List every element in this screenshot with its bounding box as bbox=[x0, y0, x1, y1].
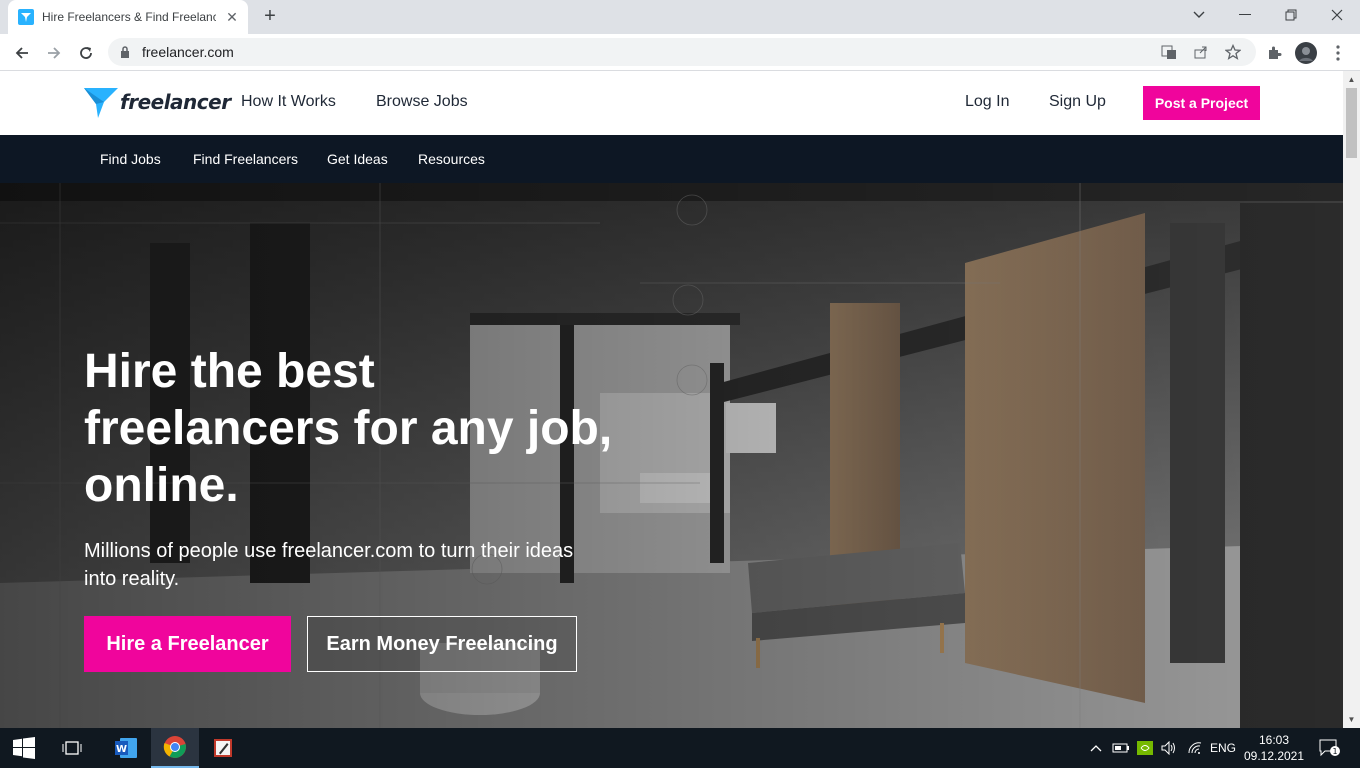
clock-time: 16:03 bbox=[1258, 733, 1290, 747]
site-header: freelancer How It Works Browse Jobs Log … bbox=[0, 71, 1343, 135]
tab-title: Hire Freelancers & Find Freelance Jobs O… bbox=[42, 10, 216, 24]
back-arrow-icon[interactable] bbox=[9, 40, 35, 66]
svg-text:W: W bbox=[116, 744, 127, 755]
url-text: freelancer.com bbox=[142, 44, 234, 60]
subnav-get-ideas[interactable]: Get Ideas bbox=[327, 151, 388, 167]
hero-subtitle-line: Millions of people use freelancer.com to… bbox=[84, 540, 574, 562]
hero-title-line: Hire the best bbox=[84, 345, 375, 398]
restore-button[interactable] bbox=[1268, 0, 1314, 30]
nvidia-icon[interactable] bbox=[1136, 740, 1154, 756]
hero-section: Hire the best freelancers for any job, o… bbox=[0, 183, 1343, 728]
freelancer-favicon-icon bbox=[18, 9, 34, 25]
sub-navigation: Find Jobs Find Freelancers Get Ideas Res… bbox=[0, 135, 1343, 183]
translate-icon[interactable] bbox=[1160, 43, 1178, 61]
how-it-works-link[interactable]: How It Works bbox=[241, 93, 336, 111]
notifications-icon[interactable]: 1 bbox=[1318, 739, 1342, 757]
clock[interactable]: 16:03 09.12.2021 bbox=[1240, 732, 1308, 764]
hero-title: Hire the best freelancers for any job, o… bbox=[84, 343, 644, 514]
windows-taskbar: W ENG 16:03 09.12.2021 1 bbox=[0, 728, 1360, 768]
scroll-down-arrow-icon[interactable]: ▼ bbox=[1343, 711, 1360, 728]
sign-up-link[interactable]: Sign Up bbox=[1049, 93, 1106, 111]
post-project-button[interactable]: Post a Project bbox=[1143, 86, 1260, 120]
hero-subtitle-line: into reality. bbox=[84, 568, 180, 590]
battery-icon[interactable] bbox=[1112, 740, 1130, 756]
hire-freelancer-button[interactable]: Hire a Freelancer bbox=[84, 616, 291, 672]
freelancer-bird-icon bbox=[84, 88, 118, 118]
reload-icon[interactable] bbox=[73, 40, 99, 66]
notepad-app-icon[interactable] bbox=[199, 728, 247, 768]
address-bar[interactable]: freelancer.com bbox=[108, 38, 1256, 66]
hero-subtitle: Millions of people use freelancer.com to… bbox=[84, 537, 604, 593]
new-tab-button[interactable]: + bbox=[258, 6, 282, 28]
logo-text: freelancer bbox=[120, 90, 231, 114]
windows-start-icon[interactable] bbox=[0, 728, 48, 768]
wifi-icon[interactable] bbox=[1186, 740, 1204, 756]
forward-arrow-icon[interactable] bbox=[41, 40, 67, 66]
tab-close-icon[interactable]: ✕ bbox=[224, 9, 240, 25]
browser-tab-bar: Hire Freelancers & Find Freelance Jobs O… bbox=[0, 0, 1360, 34]
lock-icon bbox=[121, 46, 129, 58]
notification-count: 1 bbox=[1332, 747, 1337, 756]
volume-icon[interactable] bbox=[1160, 740, 1178, 756]
page-scrollbar[interactable]: ▲ ▼ bbox=[1343, 71, 1360, 728]
tray-chevron-up-icon[interactable] bbox=[1088, 740, 1104, 756]
subnav-resources[interactable]: Resources bbox=[418, 151, 485, 167]
menu-dots-icon[interactable] bbox=[1326, 41, 1350, 65]
hero-title-line: online. bbox=[84, 459, 239, 512]
earn-money-button[interactable]: Earn Money Freelancing bbox=[307, 616, 577, 672]
log-in-link[interactable]: Log In bbox=[965, 93, 1009, 111]
profile-avatar[interactable] bbox=[1294, 41, 1318, 65]
bookmark-star-icon[interactable] bbox=[1224, 43, 1242, 61]
scroll-thumb[interactable] bbox=[1346, 88, 1357, 158]
scroll-up-arrow-icon[interactable]: ▲ bbox=[1343, 71, 1360, 88]
extensions-icon[interactable] bbox=[1262, 41, 1286, 65]
browse-jobs-link[interactable]: Browse Jobs bbox=[376, 93, 468, 111]
language-indicator[interactable]: ENG bbox=[1210, 740, 1236, 756]
hero-title-line: freelancers for any job, bbox=[84, 402, 613, 455]
close-window-button[interactable] bbox=[1314, 0, 1360, 30]
browser-toolbar: freelancer.com bbox=[0, 34, 1360, 71]
tab-search-icon[interactable] bbox=[1176, 0, 1222, 30]
task-view-icon[interactable] bbox=[48, 728, 96, 768]
clock-date: 09.12.2021 bbox=[1243, 749, 1305, 763]
browser-tab[interactable]: Hire Freelancers & Find Freelance Jobs O… bbox=[8, 0, 248, 34]
share-icon[interactable] bbox=[1192, 43, 1210, 61]
subnav-find-freelancers[interactable]: Find Freelancers bbox=[193, 151, 298, 167]
freelancer-logo[interactable]: freelancer bbox=[84, 85, 231, 119]
word-app-icon[interactable]: W bbox=[102, 728, 150, 768]
subnav-find-jobs[interactable]: Find Jobs bbox=[100, 151, 161, 167]
minimize-button[interactable] bbox=[1222, 0, 1268, 30]
chrome-app-icon[interactable] bbox=[151, 728, 199, 768]
